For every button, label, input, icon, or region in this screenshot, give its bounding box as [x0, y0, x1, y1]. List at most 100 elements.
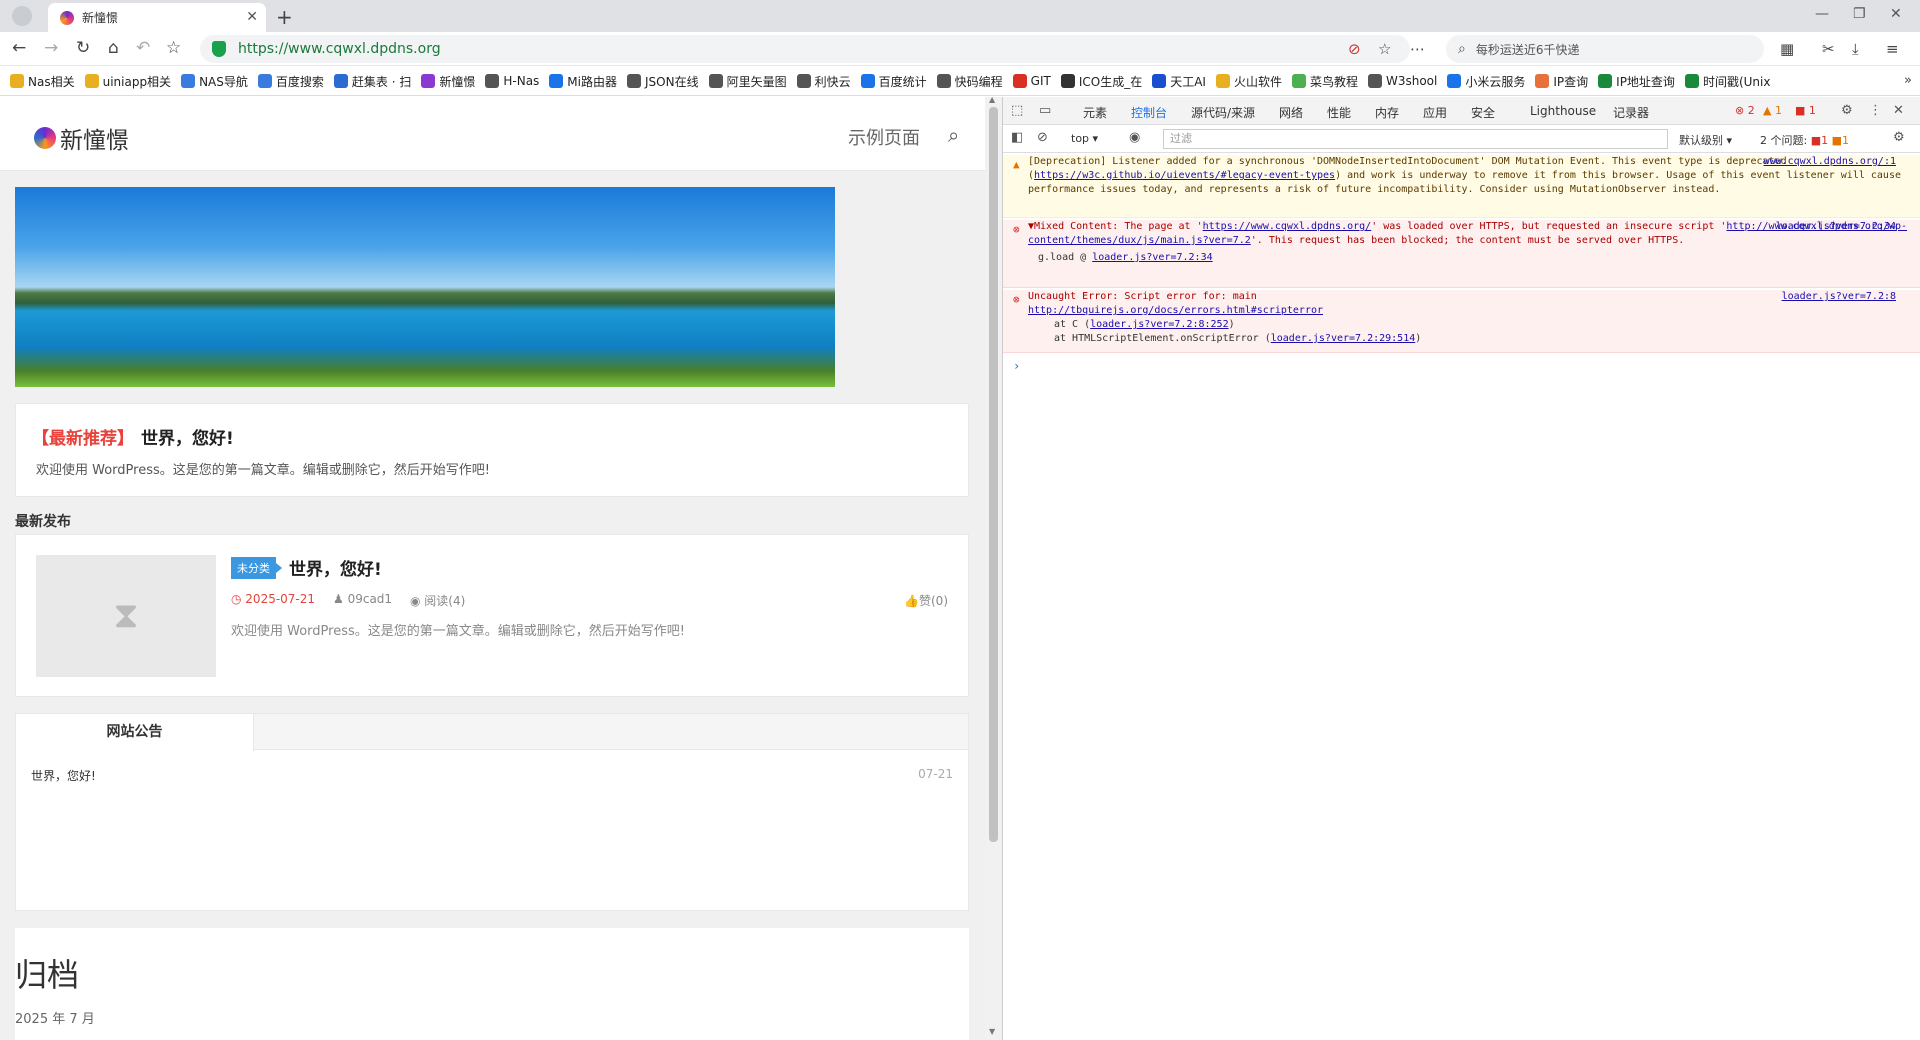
- bookmark-item[interactable]: 时间戳(Unix: [1684, 66, 1770, 95]
- bookmark-item[interactable]: IP查询: [1535, 66, 1588, 95]
- tab-lighthouse[interactable]: Lighthouse: [1530, 104, 1596, 118]
- forward-icon[interactable]: →: [44, 38, 58, 58]
- bookmark-item[interactable]: 火山软件: [1215, 66, 1282, 95]
- clear-console-icon[interactable]: ⊘: [1037, 130, 1048, 145]
- bookmark-item[interactable]: 菜鸟教程: [1291, 66, 1358, 95]
- bookmark-item[interactable]: 新憧憬: [421, 66, 475, 95]
- tab-security[interactable]: 安全: [1471, 104, 1495, 121]
- archive-month[interactable]: 2025 年 7 月: [15, 1008, 95, 1027]
- error2-source-link[interactable]: loader.js?ver=7.2:8: [1782, 290, 1896, 304]
- tab-notice[interactable]: 网站公告: [16, 714, 254, 751]
- console-settings-icon[interactable]: ⚙: [1893, 130, 1905, 145]
- post-likes[interactable]: 👍赞(0): [904, 592, 948, 609]
- page-scrollbar[interactable]: ▲ ▼: [985, 97, 1002, 1040]
- requirejs-error-link[interactable]: http://tbquirejs.org/docs/errors.html#sc…: [1028, 305, 1323, 316]
- tab-elements[interactable]: 元素: [1083, 104, 1107, 121]
- tab-sources[interactable]: 源代码/来源: [1191, 104, 1255, 121]
- warning-source-link[interactable]: www.cqwxl.dpdns.org/:1: [1764, 155, 1896, 169]
- scroll-thumb[interactable]: [989, 107, 998, 842]
- close-tab-icon[interactable]: ✕: [246, 9, 258, 25]
- back-icon[interactable]: ←: [12, 38, 26, 58]
- device-toolbar-icon[interactable]: ▭: [1039, 103, 1051, 118]
- block-icon[interactable]: ⊘: [1348, 40, 1361, 58]
- bookmark-item[interactable]: 百度搜索: [257, 66, 324, 95]
- bookmark-item[interactable]: Mi路由器: [549, 66, 617, 95]
- bookmark-item[interactable]: ICO生成_在: [1060, 66, 1142, 95]
- tab-console[interactable]: 控制台: [1131, 104, 1168, 127]
- console-prompt[interactable]: ›: [1013, 359, 1020, 373]
- sidebar-toggle-icon[interactable]: ◧: [1011, 130, 1023, 145]
- bookmark-item[interactable]: JSON在线: [627, 66, 699, 95]
- tab-network[interactable]: 网络: [1279, 104, 1303, 121]
- bookmark-item[interactable]: W3shool: [1367, 66, 1437, 95]
- inspect-icon[interactable]: ⬚: [1011, 103, 1023, 118]
- bookmark-item[interactable]: 阿里矢量图: [708, 66, 787, 95]
- tab-application[interactable]: 应用: [1423, 104, 1447, 121]
- apps-icon[interactable]: ▦: [1780, 40, 1794, 58]
- menu-icon[interactable]: ≡: [1886, 40, 1899, 58]
- bookmark-item[interactable]: 百度统计: [860, 66, 927, 95]
- more-icon[interactable]: ⋯: [1410, 40, 1425, 58]
- bookmark-item[interactable]: uiniapp相关: [84, 66, 171, 95]
- bookmark-item[interactable]: H-Nas: [485, 66, 539, 95]
- star-icon[interactable]: ☆: [1378, 40, 1391, 58]
- browser-logo-icon[interactable]: [12, 6, 32, 26]
- bookmark-item[interactable]: 利快云: [796, 66, 851, 95]
- category-badge[interactable]: 未分类: [231, 557, 282, 579]
- bookmark-item[interactable]: 快码编程: [936, 66, 1003, 95]
- reload-icon[interactable]: ↻: [76, 38, 90, 58]
- deprecation-link[interactable]: https://w3c.github.io/uievents/#legacy-e…: [1034, 170, 1335, 181]
- close-window-icon[interactable]: ✕: [1890, 6, 1902, 22]
- settings-icon[interactable]: ⚙: [1841, 103, 1853, 118]
- site-logo[interactable]: 新憧憬: [34, 121, 129, 155]
- notice-date: 07-21: [918, 767, 953, 781]
- info-count[interactable]: ■ 1: [1795, 104, 1816, 117]
- bookmark-icon: [1598, 74, 1613, 88]
- error-count[interactable]: ⊗ 2: [1735, 104, 1755, 117]
- eye-icon[interactable]: ◉: [1129, 130, 1140, 145]
- site-search-icon[interactable]: ⌕: [948, 123, 959, 147]
- scroll-down-icon[interactable]: ▼: [989, 1027, 995, 1036]
- bookmark-item[interactable]: 小米云服务: [1447, 66, 1525, 95]
- issues-counter[interactable]: 2 个问题: ■1 ■1: [1760, 132, 1849, 148]
- notice-item[interactable]: 世界，您好!: [31, 767, 96, 784]
- bookmark-icon: [1152, 74, 1167, 88]
- new-tab-button[interactable]: +: [276, 5, 293, 29]
- home-icon[interactable]: ⌂: [108, 38, 119, 58]
- minimize-icon[interactable]: —: [1815, 6, 1829, 22]
- bookmarks-overflow-icon[interactable]: »: [1904, 73, 1912, 88]
- favorites-icon[interactable]: ☆: [166, 38, 181, 58]
- log-levels-dropdown[interactable]: 默认级别 ▾: [1679, 132, 1732, 148]
- bookmark-item[interactable]: Nas相关: [10, 66, 75, 95]
- bookmark-item[interactable]: IP地址查询: [1598, 66, 1675, 95]
- warning-count[interactable]: ▲ 1: [1763, 104, 1782, 117]
- bookmark-item[interactable]: NAS导航: [181, 66, 248, 95]
- hourglass-icon: ⧗: [113, 595, 139, 636]
- bookmark-icon: [333, 74, 348, 88]
- scissors-icon[interactable]: ✂: [1822, 40, 1835, 58]
- console-filter-input[interactable]: 过滤: [1163, 129, 1668, 149]
- kebab-menu-icon[interactable]: ⋮: [1869, 103, 1882, 118]
- context-selector[interactable]: top ▾: [1071, 132, 1098, 145]
- tab-memory[interactable]: 内存: [1375, 104, 1399, 121]
- bookmark-item[interactable]: GIT: [1012, 66, 1051, 95]
- address-bar[interactable]: https://www.cqwxl.dpdns.org: [200, 35, 1410, 63]
- post-thumbnail[interactable]: ⧗: [36, 555, 216, 677]
- banner-image[interactable]: [15, 187, 835, 387]
- close-devtools-icon[interactable]: ✕: [1893, 103, 1904, 118]
- tab-performance[interactable]: 性能: [1327, 104, 1351, 121]
- scroll-up-icon[interactable]: ▲: [989, 97, 995, 104]
- nav-sample-page[interactable]: 示例页面: [848, 124, 920, 150]
- tab-active[interactable]: 新憧憬 ✕: [48, 3, 266, 32]
- search-bar[interactable]: ⌕ 每秒运送近6千快递: [1446, 35, 1764, 63]
- restore-icon[interactable]: ❐: [1853, 6, 1866, 22]
- error1-source-link[interactable]: loader.js?ver=7.2:34: [1776, 220, 1896, 234]
- download-icon[interactable]: ⤓: [1852, 40, 1859, 58]
- post-author[interactable]: ♟ 09cad1: [333, 592, 392, 606]
- featured-title[interactable]: 世界，您好!: [141, 424, 234, 449]
- tab-recorder[interactable]: 记录器: [1613, 104, 1649, 121]
- post-title[interactable]: 世界，您好!: [289, 555, 382, 580]
- undo-close-icon[interactable]: ↶: [136, 38, 150, 58]
- bookmark-item[interactable]: 天工AI: [1152, 66, 1206, 95]
- bookmark-item[interactable]: 赶集表 · 扫: [333, 66, 411, 95]
